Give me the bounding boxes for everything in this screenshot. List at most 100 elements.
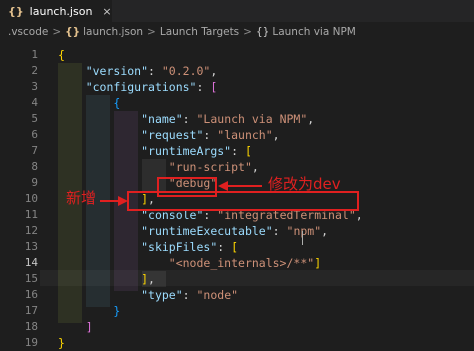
code-text[interactable]: } — [58, 303, 120, 319]
code-token: , — [272, 128, 280, 142]
code-token: { — [113, 96, 121, 110]
code-token: { — [58, 48, 65, 62]
code-token: ] — [141, 272, 149, 286]
code-line[interactable]: 1{ — [0, 47, 474, 63]
code-text[interactable]: "version": "0.2.0", — [58, 63, 218, 79]
code-line[interactable]: 4 { — [0, 95, 474, 111]
text-cursor — [302, 231, 303, 245]
code-token: : — [148, 64, 162, 78]
code-token: : — [203, 128, 218, 142]
code-line[interactable]: 14 "<node_internals>/**"] — [0, 255, 474, 271]
code-line[interactable]: 17 } — [0, 303, 474, 319]
code-token: "node" — [196, 288, 239, 302]
breadcrumb-item-launch-json[interactable]: launch.json — [83, 26, 143, 38]
code-line[interactable]: 18 ] — [0, 319, 474, 335]
code-text[interactable]: { — [58, 47, 65, 63]
code-line[interactable]: 5 "name": "Launch via NPM", — [0, 111, 474, 127]
code-text[interactable]: } — [58, 335, 65, 351]
code-token: "runtimeExecutable" — [141, 224, 273, 238]
code-token: , — [321, 224, 329, 238]
code-line[interactable]: 19} — [0, 335, 474, 351]
code-token: : — [272, 224, 287, 238]
code-token: "configurations" — [85, 80, 197, 94]
line-number: 9 — [31, 176, 38, 189]
code-text[interactable]: "run-script", — [58, 159, 259, 175]
breadcrumb-item-launch-targets[interactable]: Launch Targets — [160, 26, 239, 38]
code-token: "skipFiles" — [141, 240, 218, 254]
code-token: "runtimeArgs" — [141, 144, 232, 158]
code-token: : — [231, 144, 245, 158]
code-text[interactable]: "name": "Launch via NPM", — [58, 111, 314, 127]
line-number: 8 — [31, 160, 38, 173]
code-text[interactable]: "<node_internals>/**"] — [58, 255, 321, 271]
code-line[interactable]: 3 "configurations": [ — [0, 79, 474, 95]
code-line[interactable]: 7 "runtimeArgs": [ — [0, 143, 474, 159]
code-token: "run-script" — [168, 160, 252, 174]
line-number: 19 — [24, 336, 38, 349]
code-token: [ — [210, 80, 218, 94]
code-text[interactable]: { — [58, 95, 120, 111]
code-line[interactable]: 12 "runtimeExecutable": "npm", — [0, 223, 474, 239]
code-line[interactable]: 8 "run-script", — [0, 159, 474, 175]
line-number: 16 — [24, 288, 38, 301]
chevron-right-icon: > — [243, 26, 252, 38]
code-line[interactable]: 13 "skipFiles": [ — [0, 239, 474, 255]
chevron-right-icon: > — [52, 26, 62, 38]
line-number: 14 — [24, 256, 38, 269]
chevron-right-icon: > — [147, 26, 156, 38]
code-token: , — [251, 160, 259, 174]
breadcrumb-item-launch-via-npm[interactable]: Launch via NPM — [272, 26, 356, 38]
line-number: 4 — [31, 96, 38, 109]
line-number: 18 — [24, 320, 38, 333]
code-text[interactable]: "runtimeArgs": [ — [58, 143, 252, 159]
tab-bar: {} launch.json × — [0, 0, 474, 22]
line-number: 11 — [24, 208, 38, 221]
line-number: 15 — [24, 272, 38, 285]
tab-title: launch.json — [29, 4, 93, 18]
code-text[interactable]: "configurations": [ — [58, 79, 218, 95]
code-text[interactable]: "runtimeExecutable": "npm", — [58, 223, 328, 239]
added-annotation: 新增 — [66, 189, 97, 207]
code-text[interactable]: "type": "node" — [58, 287, 238, 303]
arrow-right-icon — [100, 196, 128, 206]
tab-launch-json[interactable]: {} launch.json × — [0, 0, 112, 22]
code-token: } — [113, 304, 121, 318]
code-token: "npm" — [286, 224, 322, 238]
line-number: 6 — [31, 128, 38, 141]
close-icon[interactable]: × — [102, 5, 111, 18]
line-number: 3 — [31, 80, 38, 93]
code-token: "name" — [141, 112, 183, 126]
code-token: "0.2.0" — [161, 64, 211, 78]
breadcrumb: .vscode > {} launch.json > Launch Target… — [0, 22, 474, 42]
code-token: "version" — [85, 64, 149, 78]
object-icon: {} — [255, 26, 270, 38]
code-text[interactable]: "skipFiles": [ — [58, 239, 238, 255]
code-text[interactable]: ], — [58, 271, 155, 287]
line-number: 10 — [24, 192, 38, 205]
code-token: "launch" — [217, 128, 273, 142]
code-text[interactable]: ] — [58, 319, 93, 335]
code-token: : — [196, 80, 211, 94]
code-line[interactable]: 15 ], — [0, 271, 474, 287]
code-token: "type" — [141, 288, 183, 302]
code-line[interactable]: 16 "type": "node" — [0, 287, 474, 303]
code-line[interactable]: 2 "version": "0.2.0", — [0, 63, 474, 79]
code-text[interactable]: "request": "launch", — [58, 127, 280, 143]
code-token: } — [58, 336, 65, 350]
code-token: ] — [85, 320, 93, 334]
line-number: 13 — [24, 240, 38, 253]
code-token: [ — [244, 144, 252, 158]
line-number: 12 — [24, 224, 38, 237]
line-number: 1 — [31, 48, 38, 61]
code-line[interactable]: 6 "request": "launch", — [0, 127, 474, 143]
breadcrumb-item-vscode[interactable]: .vscode — [8, 26, 48, 38]
